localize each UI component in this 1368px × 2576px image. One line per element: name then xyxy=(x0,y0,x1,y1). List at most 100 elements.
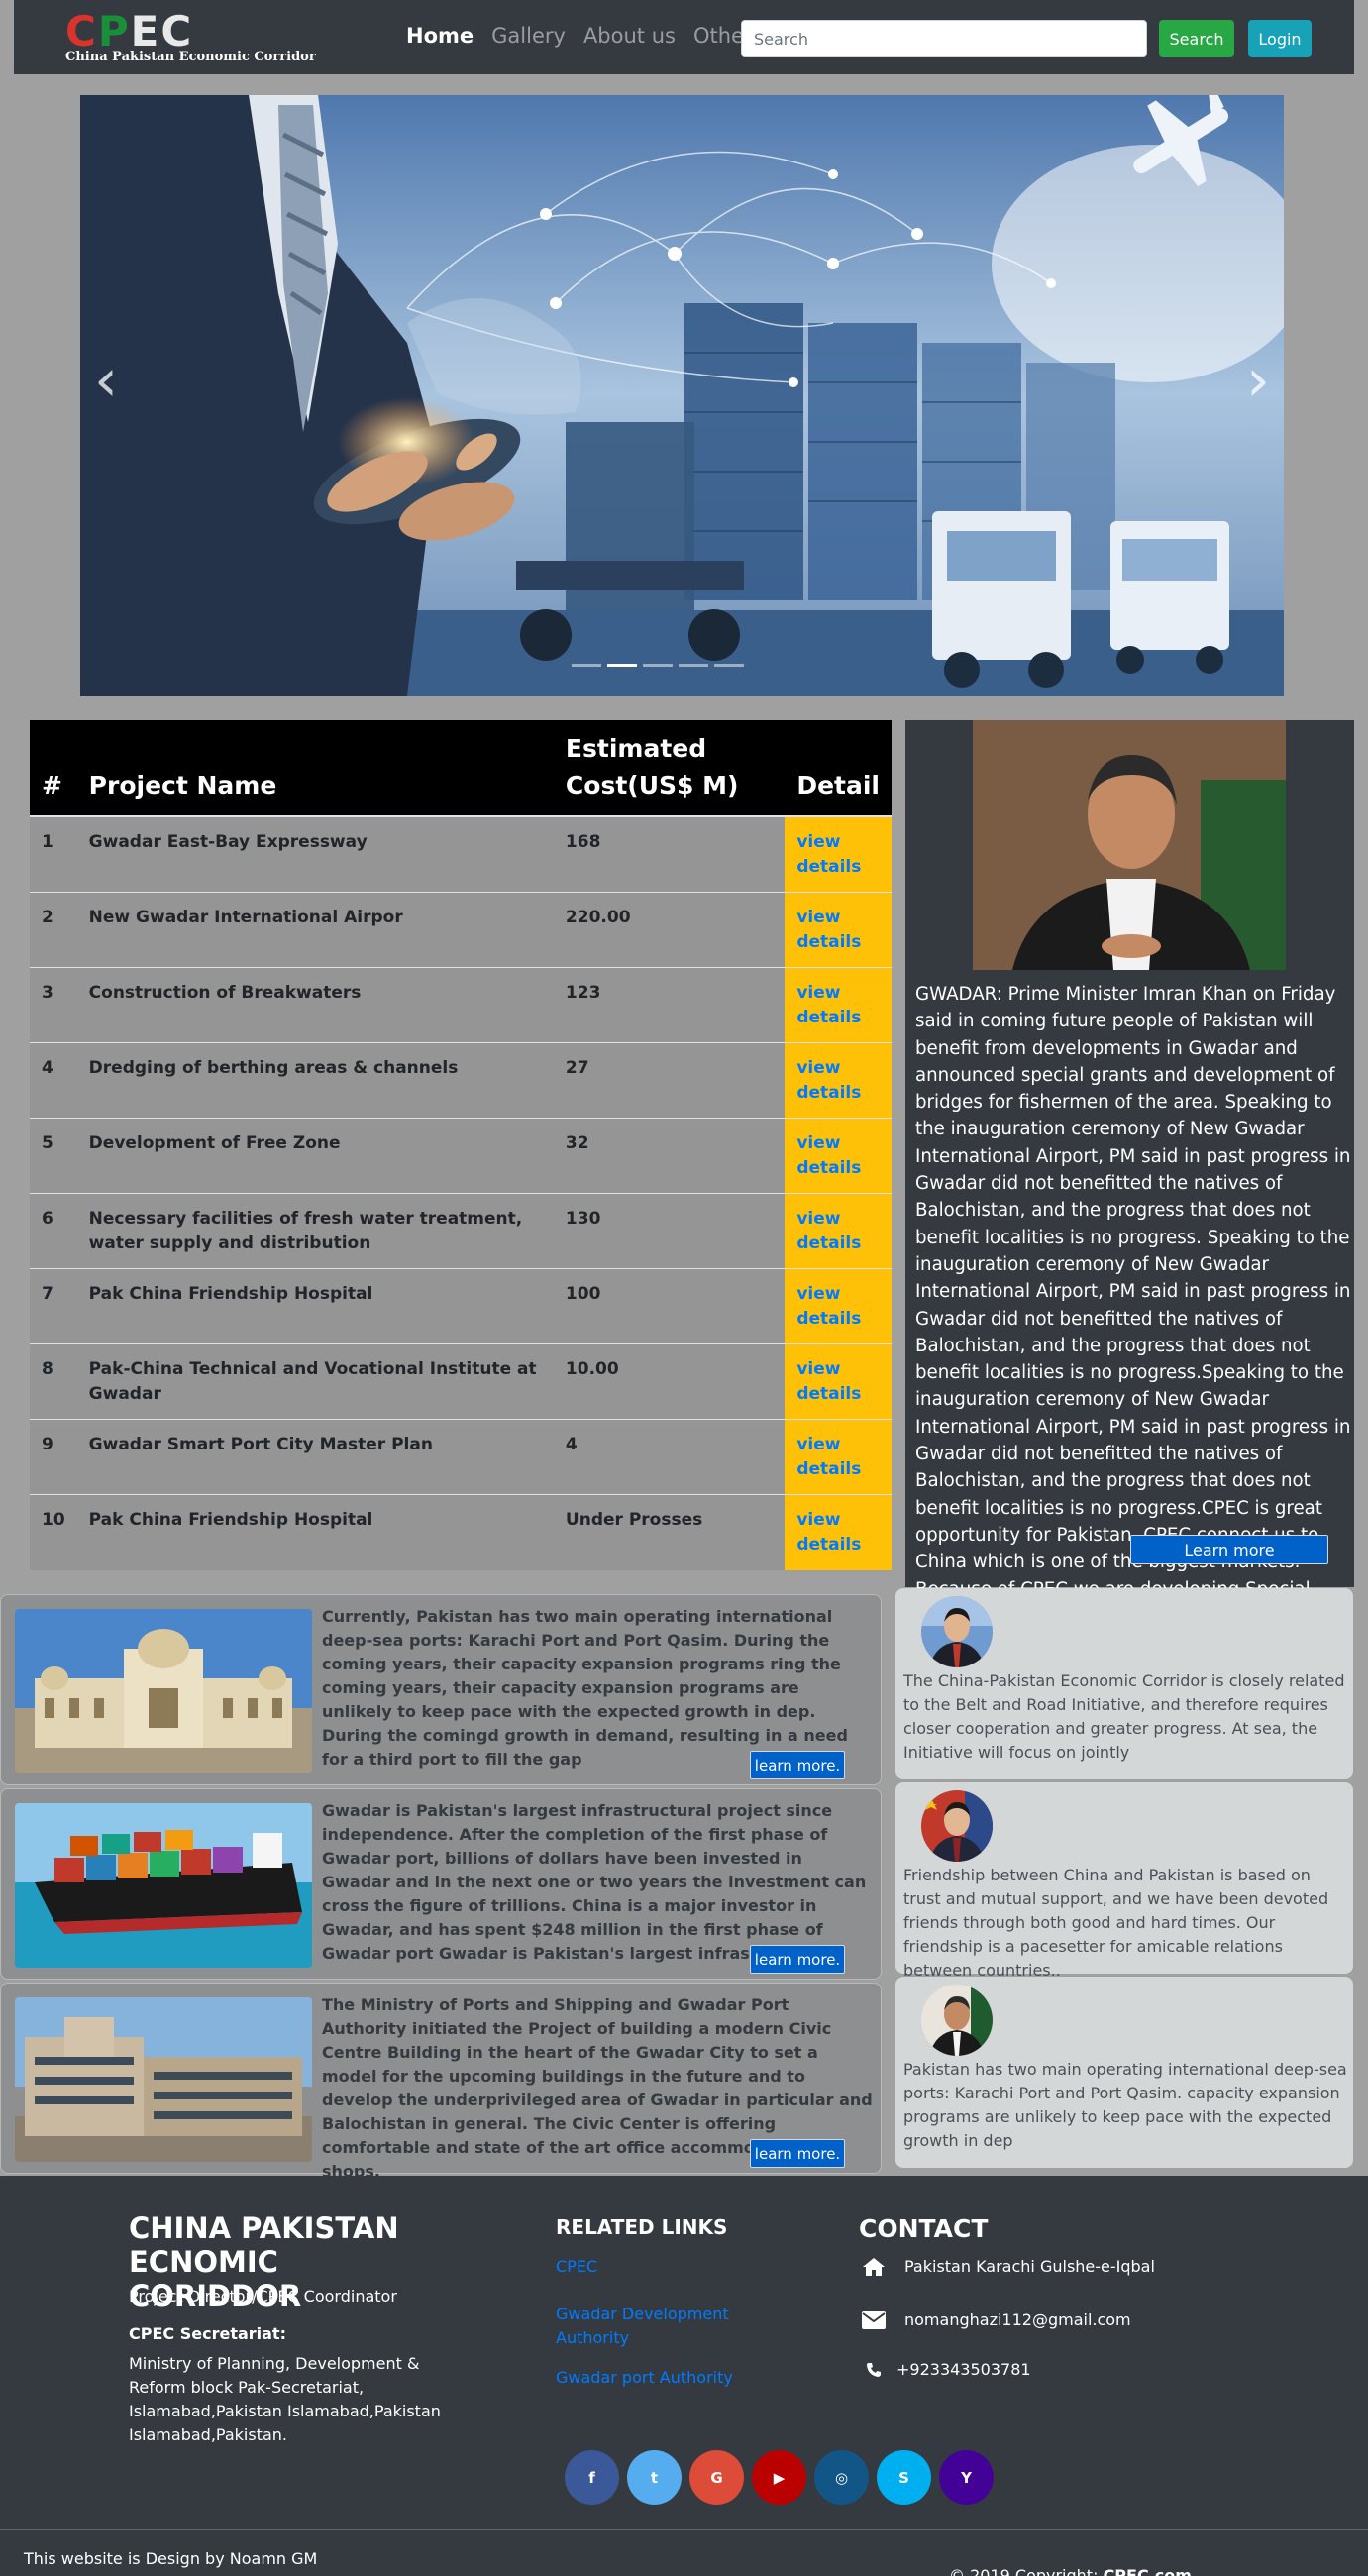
project-num: 10 xyxy=(30,1494,77,1570)
contact-email: nomanghazi112@gmail.com xyxy=(861,2310,1131,2329)
related-link-gwadar-development[interactable]: Gwadar Development Authority xyxy=(556,2303,734,2350)
logo-subtitle: China Pakistan Economic Corridor xyxy=(65,50,316,64)
youtube-icon[interactable]: ▶ xyxy=(752,2450,806,2505)
contact-email-text[interactable]: nomanghazi112@gmail.com xyxy=(904,2310,1131,2329)
leader-avatar xyxy=(921,1985,993,2056)
table-row: 4 Dredging of berthing areas & channels 27… xyxy=(30,1042,892,1119)
view-details-link[interactable]: view details xyxy=(785,1268,892,1344)
pm-statement-panel: GWADAR: Prime Minister Imran Khan on Fri… xyxy=(905,720,1354,1627)
view-details-label: details xyxy=(796,857,862,877)
contact-title: CONTACT xyxy=(859,2214,989,2243)
table-row: 8 Pak-China Technical and Vocational Inst… xyxy=(30,1343,892,1420)
project-num: 1 xyxy=(30,815,77,893)
view-details-label: view xyxy=(796,1435,841,1454)
footer-subtitle: Project Director/CPEC Coordinator xyxy=(129,2287,397,2306)
project-cost: 32 xyxy=(553,1118,786,1194)
search-button[interactable]: Search xyxy=(1159,20,1234,57)
copyright-site-link[interactable]: CPEC.com xyxy=(1104,2566,1192,2576)
project-num: 9 xyxy=(30,1419,77,1495)
table-row: 1 Gwadar East-Bay Expressway 168 view detail… xyxy=(30,815,892,893)
view-details-link[interactable]: view details xyxy=(785,967,892,1043)
project-num: 4 xyxy=(30,1042,77,1119)
facebook-icon[interactable]: f xyxy=(565,2450,619,2505)
view-details-label: details xyxy=(796,1008,862,1027)
quote-text: Pakistan has two main operating internat… xyxy=(903,2060,1347,2150)
instagram-icon[interactable]: ◎ xyxy=(814,2450,869,2505)
view-details-label: details xyxy=(796,1535,862,1555)
contact-address: Pakistan Karachi Gulshe-e-Iqbal xyxy=(861,2257,1155,2276)
hero-carousel: ‹ › xyxy=(80,95,1284,696)
view-details-link[interactable]: view details xyxy=(785,1118,892,1194)
view-details-label: view xyxy=(796,1510,841,1530)
project-name: Necessary facilities of fresh water trea… xyxy=(76,1193,554,1269)
view-details-label: details xyxy=(796,1083,862,1103)
home-icon xyxy=(861,2257,887,2276)
copyright: © 2019 Copyright: CPEC.com xyxy=(949,2566,1192,2576)
table-row: 10 Pak China Friendship Hospital Under Pro… xyxy=(30,1494,892,1570)
view-details-link[interactable]: view details xyxy=(785,1494,892,1570)
project-name: Development of Free Zone xyxy=(76,1118,554,1194)
view-details-label: details xyxy=(796,1234,862,1253)
view-details-label: view xyxy=(796,1359,841,1379)
contact-address-text: Pakistan Karachi Gulshe-e-Iqbal xyxy=(904,2257,1155,2276)
search-input[interactable] xyxy=(741,20,1147,57)
project-name: Gwadar Smart Port City Master Plan xyxy=(76,1419,554,1495)
yahoo-icon[interactable]: Y xyxy=(939,2450,994,2505)
related-link-gwadar-port[interactable]: Gwadar port Authority xyxy=(556,2366,734,2390)
quote-card: Friendship between China and Pakistan is… xyxy=(895,1782,1353,1980)
skype-icon[interactable]: S xyxy=(877,2450,931,2505)
news-learn-more-button[interactable]: learn more. xyxy=(750,1945,845,1974)
news-text: Currently, Pakistan has two main operati… xyxy=(322,1607,848,1769)
cpec-logo[interactable]: CPEC China Pakistan Economic Corridor xyxy=(65,10,316,67)
carousel-prev-icon[interactable]: ‹ xyxy=(94,351,118,410)
twitter-icon[interactable]: t xyxy=(627,2450,682,2505)
view-details-link[interactable]: view details xyxy=(785,815,892,893)
envelope-icon xyxy=(861,2310,887,2329)
leader-avatar xyxy=(921,1596,993,1667)
view-details-label: details xyxy=(796,1309,862,1329)
login-button[interactable]: Login xyxy=(1248,20,1312,57)
nav-link-about[interactable]: About us xyxy=(583,24,676,48)
projects-table: # Project Name Estimated Cost(US$ M) Det… xyxy=(30,720,892,1570)
project-cost: 220.00 xyxy=(553,892,786,968)
view-details-link[interactable]: view details xyxy=(785,1343,892,1420)
related-link-cpec[interactable]: CPEC xyxy=(556,2255,734,2279)
news-card-civic-centre: The Ministry of Ports and Shipping and G… xyxy=(0,1983,882,2181)
news-image-cargo-ship xyxy=(15,1803,312,1968)
carousel-indicator[interactable] xyxy=(714,664,744,667)
view-details-label: view xyxy=(796,1058,841,1078)
quote-text: Friendship between China and Pakistan is… xyxy=(903,1866,1329,1980)
view-details-link[interactable]: view details xyxy=(785,892,892,968)
table-row: 2 New Gwadar International Airpor 220.00 vi… xyxy=(30,892,892,968)
news-learn-more-button[interactable]: learn more. xyxy=(750,1751,845,1779)
view-details-label: details xyxy=(796,1384,862,1404)
table-row: 3 Construction of Breakwaters 123 view detai… xyxy=(30,967,892,1043)
quote-card: The China-Pakistan Economic Corridor is … xyxy=(895,1588,1353,1779)
pm-learn-more-button[interactable]: Learn more xyxy=(1130,1535,1328,1564)
project-num: 3 xyxy=(30,967,77,1043)
carousel-indicator[interactable] xyxy=(572,664,601,667)
project-name: Gwadar East-Bay Expressway xyxy=(76,815,554,893)
project-cost: 4 xyxy=(553,1419,786,1495)
nav-link-home[interactable]: Home xyxy=(406,24,474,48)
view-details-link[interactable]: view details xyxy=(785,1419,892,1495)
project-cost: 10.00 xyxy=(553,1343,786,1420)
view-details-link[interactable]: view details xyxy=(785,1042,892,1119)
nav-link-gallery[interactable]: Gallery xyxy=(491,24,566,48)
designer-credit: This website is Design by Noamn GM xyxy=(24,2549,318,2568)
col-header-num: # xyxy=(30,720,77,817)
table-row: 5 Development of Free Zone 32 view details xyxy=(30,1118,892,1194)
carousel-indicator[interactable] xyxy=(679,664,708,667)
carousel-indicator[interactable] xyxy=(643,664,673,667)
view-details-link[interactable]: view details xyxy=(785,1193,892,1269)
footer: CHINA PAKISTAN ECNOMIC CORIDDOR Project … xyxy=(0,2176,1368,2576)
pm-photo xyxy=(973,720,1286,970)
google-icon[interactable]: G xyxy=(689,2450,744,2505)
carousel-indicator-active[interactable] xyxy=(607,664,637,667)
contact-phone-text: +923343503781 xyxy=(896,2360,1031,2379)
news-learn-more-button[interactable]: learn more. xyxy=(750,2139,845,2168)
view-details-label: view xyxy=(796,1209,841,1229)
project-num: 2 xyxy=(30,892,77,968)
view-details-label: view xyxy=(796,983,841,1003)
carousel-next-icon[interactable]: › xyxy=(1246,351,1270,410)
